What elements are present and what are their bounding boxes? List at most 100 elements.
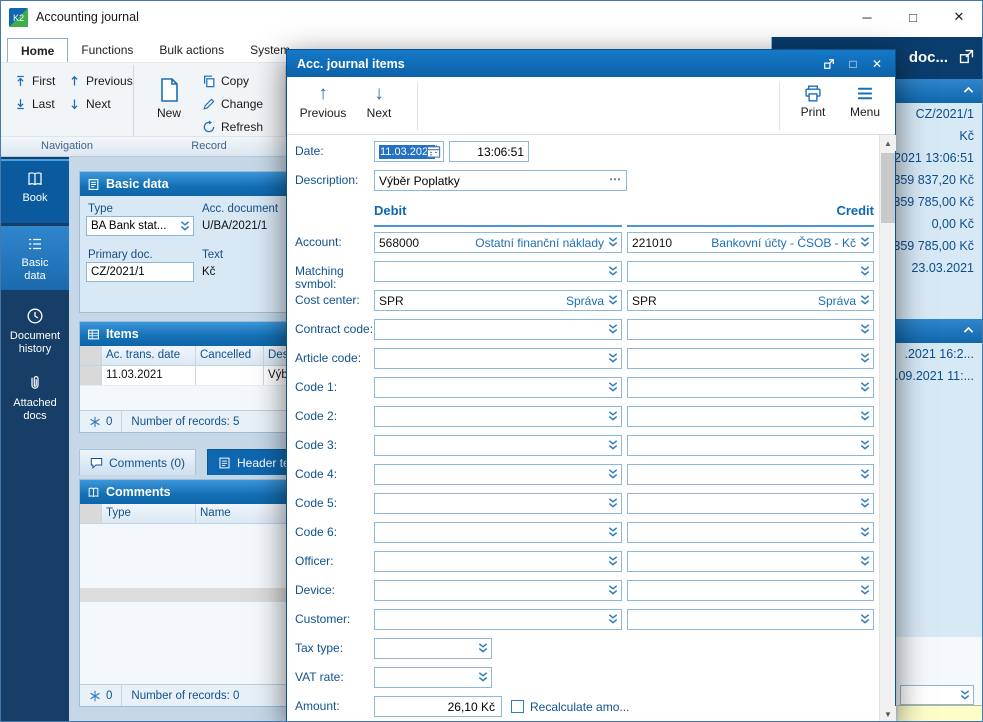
items-col-date[interactable]: Ac. trans. date: [102, 346, 196, 365]
dropdown-icon[interactable]: [477, 642, 489, 654]
dialog-next-button[interactable]: ↓ Next: [353, 84, 405, 121]
customer-debit-field[interactable]: [374, 609, 622, 630]
dock-icon[interactable]: [819, 55, 839, 73]
menu-button[interactable]: Menu: [839, 84, 891, 119]
right-panel-highlight-field[interactable]: [898, 705, 982, 721]
popout-icon[interactable]: [958, 48, 975, 65]
dropdown-icon[interactable]: [859, 439, 871, 451]
code-3-credit-field[interactable]: [627, 435, 874, 456]
code-2-debit-field[interactable]: [374, 406, 622, 427]
print-button[interactable]: Print: [787, 84, 839, 119]
device-credit-field[interactable]: [627, 580, 874, 601]
code-2-credit-field[interactable]: [627, 406, 874, 427]
type-field[interactable]: BA Bank stat...: [86, 216, 194, 236]
calendar-icon[interactable]: [426, 144, 441, 159]
dropdown-icon[interactable]: [859, 613, 871, 625]
dropdown-icon[interactable]: [607, 584, 619, 596]
code-4-debit-field[interactable]: [374, 464, 622, 485]
dropdown-icon[interactable]: [859, 526, 871, 538]
scroll-down-arrow[interactable]: ▼: [880, 706, 896, 721]
contract-code-debit-field[interactable]: [374, 319, 622, 340]
sidebar-item-basic-data[interactable]: Basic data: [1, 226, 69, 290]
dropdown-icon[interactable]: [607, 613, 619, 625]
cost-center-debit-field[interactable]: SPR Správa: [374, 290, 622, 311]
dropdown-icon[interactable]: [859, 410, 871, 422]
article-code-credit-field[interactable]: [627, 348, 874, 369]
date-field[interactable]: 11.03.2021: [374, 141, 444, 162]
description-field[interactable]: Výběr Poplatky ⋯: [374, 170, 627, 191]
scrollbar-thumb[interactable]: [881, 153, 895, 223]
comments-col-type[interactable]: Type: [102, 504, 196, 523]
sidebar-item-book[interactable]: Book: [1, 159, 69, 223]
last-button[interactable]: Last: [11, 94, 58, 114]
code-6-debit-field[interactable]: [374, 522, 622, 543]
copy-button[interactable]: Copy: [199, 71, 252, 91]
items-col-cancelled[interactable]: Cancelled: [196, 346, 264, 365]
sidebar-item-attached-docs[interactable]: Attached docs: [1, 364, 69, 428]
device-debit-field[interactable]: [374, 580, 622, 601]
code-4-credit-field[interactable]: [627, 464, 874, 485]
amount-field[interactable]: 26,10 Kč: [374, 696, 502, 717]
cost-center-credit-field[interactable]: SPR Správa: [627, 290, 874, 311]
dropdown-icon[interactable]: [607, 381, 619, 393]
dropdown-icon[interactable]: [607, 468, 619, 480]
dropdown-icon[interactable]: [859, 294, 871, 306]
account-debit-field[interactable]: 568000 Ostatní finanční náklady: [374, 232, 622, 253]
dropdown-icon[interactable]: [959, 689, 971, 701]
dropdown-icon[interactable]: [607, 526, 619, 538]
dropdown-icon[interactable]: [859, 352, 871, 364]
code-3-debit-field[interactable]: [374, 435, 622, 456]
dropdown-icon[interactable]: [477, 671, 489, 683]
officer-debit-field[interactable]: [374, 551, 622, 572]
primary-doc-field[interactable]: CZ/2021/1: [86, 262, 194, 282]
dropdown-icon[interactable]: [859, 323, 871, 335]
refresh-button[interactable]: Refresh: [199, 117, 266, 137]
matching-symbol-credit-field[interactable]: [627, 261, 874, 282]
matching-symbol-debit-field[interactable]: [374, 261, 622, 282]
code-1-credit-field[interactable]: [627, 377, 874, 398]
dropdown-icon[interactable]: [607, 236, 619, 248]
first-button[interactable]: First: [11, 71, 58, 91]
right-panel-dropdown[interactable]: [900, 685, 974, 705]
dropdown-icon[interactable]: [859, 236, 871, 248]
dialog-titlebar[interactable]: Acc. journal items □ ✕: [287, 50, 895, 77]
scroll-up-arrow[interactable]: ▲: [880, 135, 896, 151]
account-credit-field[interactable]: 221010 Bankovní účty - ČSOB - Kč: [627, 232, 874, 253]
dropdown-icon[interactable]: [859, 265, 871, 277]
close-icon[interactable]: ✕: [936, 1, 982, 33]
code-5-credit-field[interactable]: [627, 493, 874, 514]
dropdown-icon[interactable]: [859, 584, 871, 596]
dropdown-icon[interactable]: [607, 265, 619, 277]
code-6-credit-field[interactable]: [627, 522, 874, 543]
row-selector-cell[interactable]: [80, 366, 102, 385]
previous-button[interactable]: Previous: [65, 71, 136, 91]
dropdown-icon[interactable]: [607, 323, 619, 335]
code-1-debit-field[interactable]: [374, 377, 622, 398]
tax-type-narrow-field[interactable]: [374, 638, 492, 659]
dropdown-icon[interactable]: [607, 555, 619, 567]
time-field[interactable]: 13:06:51: [449, 141, 529, 162]
dropdown-icon[interactable]: [179, 220, 191, 232]
tab-functions[interactable]: Functions: [68, 38, 146, 62]
minimize-icon[interactable]: ─: [844, 1, 890, 33]
tab-comments[interactable]: Comments (0): [79, 449, 197, 475]
change-button[interactable]: Change: [199, 94, 266, 114]
officer-credit-field[interactable]: [627, 551, 874, 572]
dropdown-icon[interactable]: [859, 381, 871, 393]
new-button[interactable]: New: [147, 67, 191, 129]
sidebar-item-document-history[interactable]: Document history: [1, 297, 69, 363]
dropdown-icon[interactable]: [607, 294, 619, 306]
dropdown-icon[interactable]: [607, 410, 619, 422]
dropdown-icon[interactable]: [607, 497, 619, 509]
vertical-scrollbar[interactable]: ▲ ▼: [879, 135, 896, 721]
collapse-chevron-icon[interactable]: [962, 324, 975, 337]
code-5-debit-field[interactable]: [374, 493, 622, 514]
dropdown-icon[interactable]: [859, 497, 871, 509]
dropdown-icon[interactable]: [607, 439, 619, 451]
maximize-icon[interactable]: □: [843, 55, 863, 73]
tab-bulk-actions[interactable]: Bulk actions: [146, 38, 237, 62]
maximize-icon[interactable]: □: [890, 1, 936, 33]
contract-code-credit-field[interactable]: [627, 319, 874, 340]
customer-credit-field[interactable]: [627, 609, 874, 630]
next-button[interactable]: Next: [65, 94, 114, 114]
